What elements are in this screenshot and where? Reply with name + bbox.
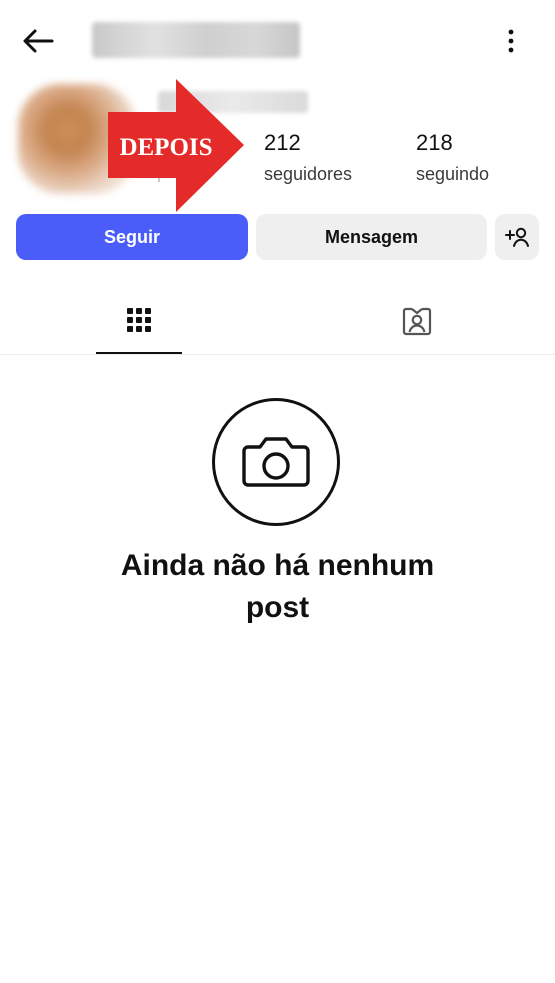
profile-tabs xyxy=(0,288,555,355)
grid-icon xyxy=(127,308,151,332)
follow-button[interactable]: Seguir xyxy=(16,214,248,260)
arrow-label: DEPOIS xyxy=(119,134,212,161)
message-button[interactable]: Mensagem xyxy=(256,214,487,260)
suggested-users-button[interactable] xyxy=(495,214,539,260)
more-options-button[interactable] xyxy=(496,24,526,58)
following-stat[interactable]: 218 seguindo xyxy=(416,130,536,185)
back-button[interactable] xyxy=(18,24,58,58)
username-blurred xyxy=(92,22,300,58)
followers-count: 212 xyxy=(264,130,301,155)
action-row: Seguir Mensagem xyxy=(0,214,555,260)
tagged-person-icon xyxy=(402,307,432,336)
tab-posts-grid[interactable] xyxy=(96,288,182,354)
following-label: seguindo xyxy=(416,164,490,184)
empty-state-title: Ainda não há nenhum post xyxy=(120,549,435,624)
empty-state: Ainda não há nenhum post xyxy=(0,398,555,638)
followers-stat[interactable]: 212 seguidores xyxy=(264,130,384,185)
camera-icon xyxy=(242,437,310,487)
camera-circle xyxy=(212,398,340,526)
red-arrow-annotation: DEPOIS xyxy=(108,79,244,212)
profile-header: DEPOIS 212 seguidores 218 seguindo xyxy=(0,76,555,212)
tab-tagged[interactable] xyxy=(374,288,460,354)
more-vertical-icon xyxy=(508,29,514,53)
following-count: 218 xyxy=(416,130,453,155)
top-bar xyxy=(0,0,555,84)
followers-label: seguidores xyxy=(264,164,353,184)
back-arrow-icon xyxy=(23,29,54,53)
add-user-icon xyxy=(505,227,529,247)
